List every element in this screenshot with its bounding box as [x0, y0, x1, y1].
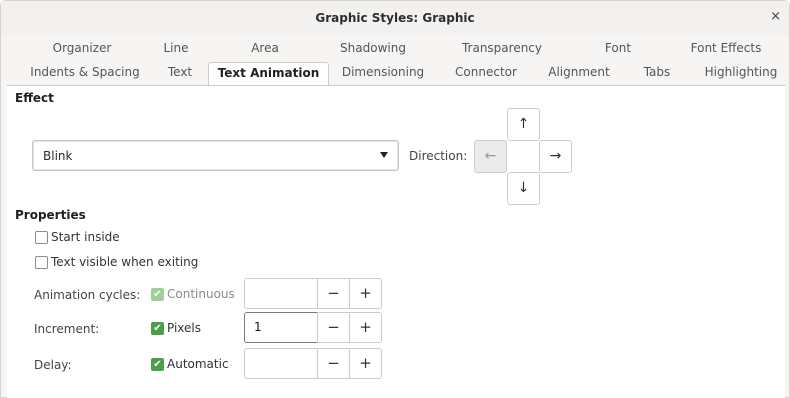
delay-spin: − +: [244, 348, 384, 379]
checkmark-icon[interactable]: ✔: [151, 288, 164, 301]
tab-line[interactable]: Line: [156, 38, 196, 59]
graphic-styles-dialog: Graphic Styles: Graphic × Organizer Line…: [0, 0, 790, 398]
direction-label: Direction:: [409, 149, 468, 163]
animation-cycles-decrement-button[interactable]: −: [317, 278, 350, 309]
arrow-right-icon[interactable]: →: [539, 140, 572, 173]
tab-row-2: Indents & Spacing Text Text Animation Di…: [1, 62, 789, 86]
tab-row-1: Organizer Line Area Shadowing Transparen…: [1, 38, 789, 59]
tab-tabs[interactable]: Tabs: [639, 62, 675, 83]
title-bar: Graphic Styles: Graphic ×: [1, 1, 789, 35]
increment-input[interactable]: 1: [244, 312, 318, 343]
start-inside-checkbox[interactable]: [35, 231, 48, 244]
animation-cycles-input[interactable]: [244, 278, 318, 309]
window-title: Graphic Styles: Graphic: [315, 11, 475, 25]
checkmark-icon[interactable]: ✔: [151, 322, 164, 335]
text-visible-checkbox[interactable]: [35, 256, 48, 269]
delay-increment-button[interactable]: +: [349, 348, 382, 379]
animation-cycles-increment-button[interactable]: +: [349, 278, 382, 309]
checkmark-icon[interactable]: ✔: [151, 358, 164, 371]
tab-font-effects[interactable]: Font Effects: [687, 38, 765, 59]
tab-alignment[interactable]: Alignment: [544, 62, 614, 83]
continuous-label: Continuous: [167, 287, 235, 301]
tab-indents-spacing[interactable]: Indents & Spacing: [29, 62, 141, 83]
tab-dimensioning[interactable]: Dimensioning: [339, 62, 427, 83]
properties-section-title: Properties: [15, 208, 86, 222]
arrow-down-icon[interactable]: ↓: [507, 172, 540, 205]
text-visible-label: Text visible when exiting: [51, 255, 199, 269]
effect-dropdown[interactable]: Blink: [32, 140, 399, 171]
tab-highlighting[interactable]: Highlighting: [701, 62, 781, 83]
tab-text-animation[interactable]: Text Animation: [208, 62, 329, 86]
arrow-up-icon[interactable]: ↑: [507, 108, 540, 141]
increment-increment-button[interactable]: +: [349, 312, 382, 343]
arrow-left-icon[interactable]: ←: [474, 140, 507, 173]
tab-transparency[interactable]: Transparency: [461, 38, 543, 59]
close-icon[interactable]: ×: [770, 9, 781, 24]
delay-decrement-button[interactable]: −: [317, 348, 350, 379]
animation-cycles-spin: − +: [244, 278, 384, 309]
increment-label: Increment:: [34, 322, 100, 336]
start-inside-label: Start inside: [51, 230, 120, 244]
tab-area[interactable]: Area: [243, 38, 287, 59]
tab-text[interactable]: Text: [161, 62, 199, 83]
effect-dropdown-value: Blink: [43, 149, 73, 163]
automatic-label: Automatic: [167, 357, 229, 371]
tab-shadowing[interactable]: Shadowing: [333, 38, 413, 59]
increment-spin: 1 − +: [244, 312, 384, 343]
delay-label: Delay:: [34, 358, 72, 372]
tab-connector[interactable]: Connector: [451, 62, 521, 83]
animation-cycles-label: Animation cycles:: [34, 288, 141, 302]
chevron-down-icon: [380, 152, 388, 158]
tab-organizer[interactable]: Organizer: [43, 38, 121, 59]
tab-font[interactable]: Font: [598, 38, 638, 59]
text-animation-panel: [7, 85, 785, 398]
effect-section-title: Effect: [15, 91, 54, 105]
pixels-label: Pixels: [167, 321, 202, 335]
delay-input[interactable]: [244, 348, 318, 379]
increment-decrement-button[interactable]: −: [317, 312, 350, 343]
